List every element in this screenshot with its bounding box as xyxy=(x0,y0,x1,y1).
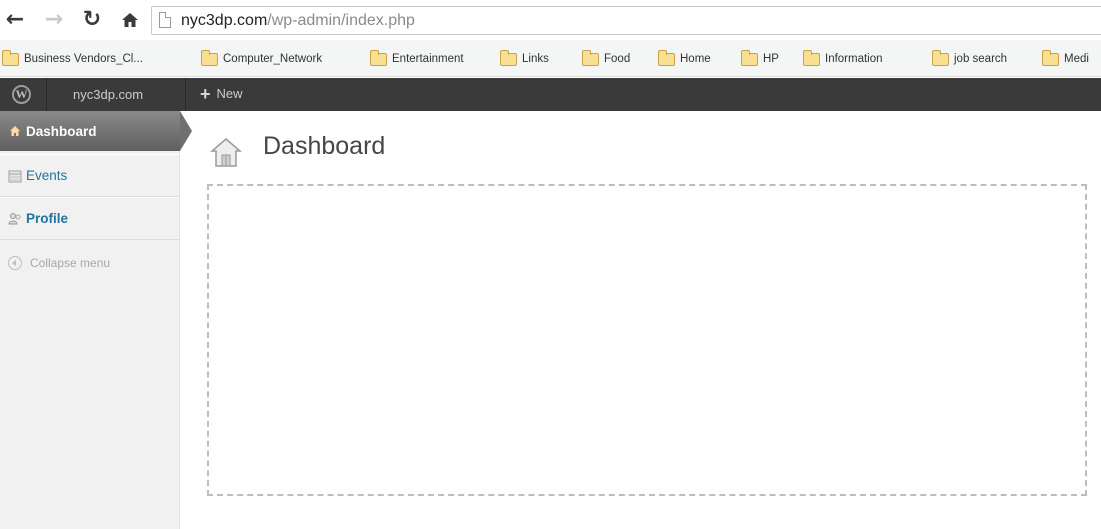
bookmark-folder[interactable]: Food xyxy=(582,49,630,69)
collapse-arrow-icon xyxy=(8,255,22,270)
collapse-menu-label: Collapse menu xyxy=(30,255,111,270)
bookmark-label: Links xyxy=(522,53,549,65)
dashboard-widgets-area xyxy=(207,184,1087,496)
reload-icon[interactable]: ↻ xyxy=(79,7,105,33)
wp-admin-bar: W nyc3dp.com + New xyxy=(0,78,1101,111)
new-content-button[interactable]: + New xyxy=(200,83,243,104)
page-icon xyxy=(159,12,171,28)
bookmark-label: Business Vendors_Cl... xyxy=(24,53,143,65)
bookmark-folder[interactable]: Medi xyxy=(1042,49,1089,69)
url-host: nyc3dp.com xyxy=(181,12,268,29)
bookmark-label: HP xyxy=(763,53,779,65)
dashboard-home-icon xyxy=(209,136,243,168)
bookmark-label: Home xyxy=(680,53,711,65)
bookmark-label: Information xyxy=(825,53,883,65)
sidebar-item-label: Dashboard xyxy=(26,123,97,139)
folder-icon xyxy=(658,49,675,66)
admin-sidebar: Dashboard Events Profile Collapse menu xyxy=(0,111,192,529)
bookmark-label: Entertainment xyxy=(392,53,464,65)
bookmark-folder[interactable]: Links xyxy=(500,49,549,69)
folder-icon xyxy=(2,49,19,66)
calendar-icon xyxy=(8,169,22,183)
page-title: Dashboard xyxy=(263,132,386,160)
folder-icon xyxy=(932,49,949,66)
admin-bar-divider xyxy=(46,78,47,111)
site-name-link[interactable]: nyc3dp.com xyxy=(73,87,143,102)
browser-toolbar: ← → ↻ nyc3dp.com/wp-admin/index.php xyxy=(0,0,1101,40)
sidebar-item-dashboard[interactable]: Dashboard xyxy=(0,111,192,151)
sidebar-item-profile[interactable]: Profile xyxy=(0,197,180,240)
folder-icon xyxy=(201,49,218,66)
bookmarks-bar: Business Vendors_Cl... Computer_Network … xyxy=(0,40,1101,77)
plus-icon: + xyxy=(200,83,211,104)
folder-icon xyxy=(803,49,820,66)
collapse-menu-button[interactable]: Collapse menu xyxy=(0,241,180,284)
bookmark-label: job search xyxy=(954,53,1008,65)
folder-icon xyxy=(500,49,517,66)
admin-bar-divider xyxy=(185,78,186,111)
folder-icon xyxy=(370,49,387,66)
url-text: nyc3dp.com/wp-admin/index.php xyxy=(181,11,415,31)
wordpress-logo-icon[interactable]: W xyxy=(12,85,31,104)
bookmark-label: Food xyxy=(604,53,631,65)
address-bar[interactable]: nyc3dp.com/wp-admin/index.php xyxy=(151,6,1101,35)
back-arrow-icon[interactable]: ← xyxy=(2,7,28,33)
users-icon xyxy=(8,212,22,226)
bookmark-folder[interactable]: Computer_Network xyxy=(201,49,322,69)
folder-icon xyxy=(1042,49,1059,66)
url-path: /wp-admin/index.php xyxy=(267,12,415,29)
home-icon[interactable] xyxy=(117,7,143,33)
sidebar-item-label: Events xyxy=(26,168,68,183)
bookmark-folder[interactable]: Entertainment xyxy=(370,49,464,69)
bookmark-folder[interactable]: Home xyxy=(658,49,711,69)
sidebar-item-label: Profile xyxy=(26,211,69,226)
bookmark-folder[interactable]: HP xyxy=(741,49,779,69)
forward-arrow-icon[interactable]: → xyxy=(41,7,67,33)
bookmark-folder[interactable]: Information xyxy=(803,49,883,69)
folder-icon xyxy=(582,49,599,66)
sidebar-item-events[interactable]: Events xyxy=(0,154,180,197)
bookmark-label: Computer_Network xyxy=(223,53,323,65)
new-content-label: New xyxy=(216,86,243,101)
home-icon xyxy=(8,124,22,138)
bookmark-folder[interactable]: job search xyxy=(932,49,1007,69)
bookmark-label: Medi xyxy=(1064,53,1089,65)
folder-icon xyxy=(741,49,758,66)
bookmark-folder[interactable]: Business Vendors_Cl... xyxy=(2,49,143,69)
